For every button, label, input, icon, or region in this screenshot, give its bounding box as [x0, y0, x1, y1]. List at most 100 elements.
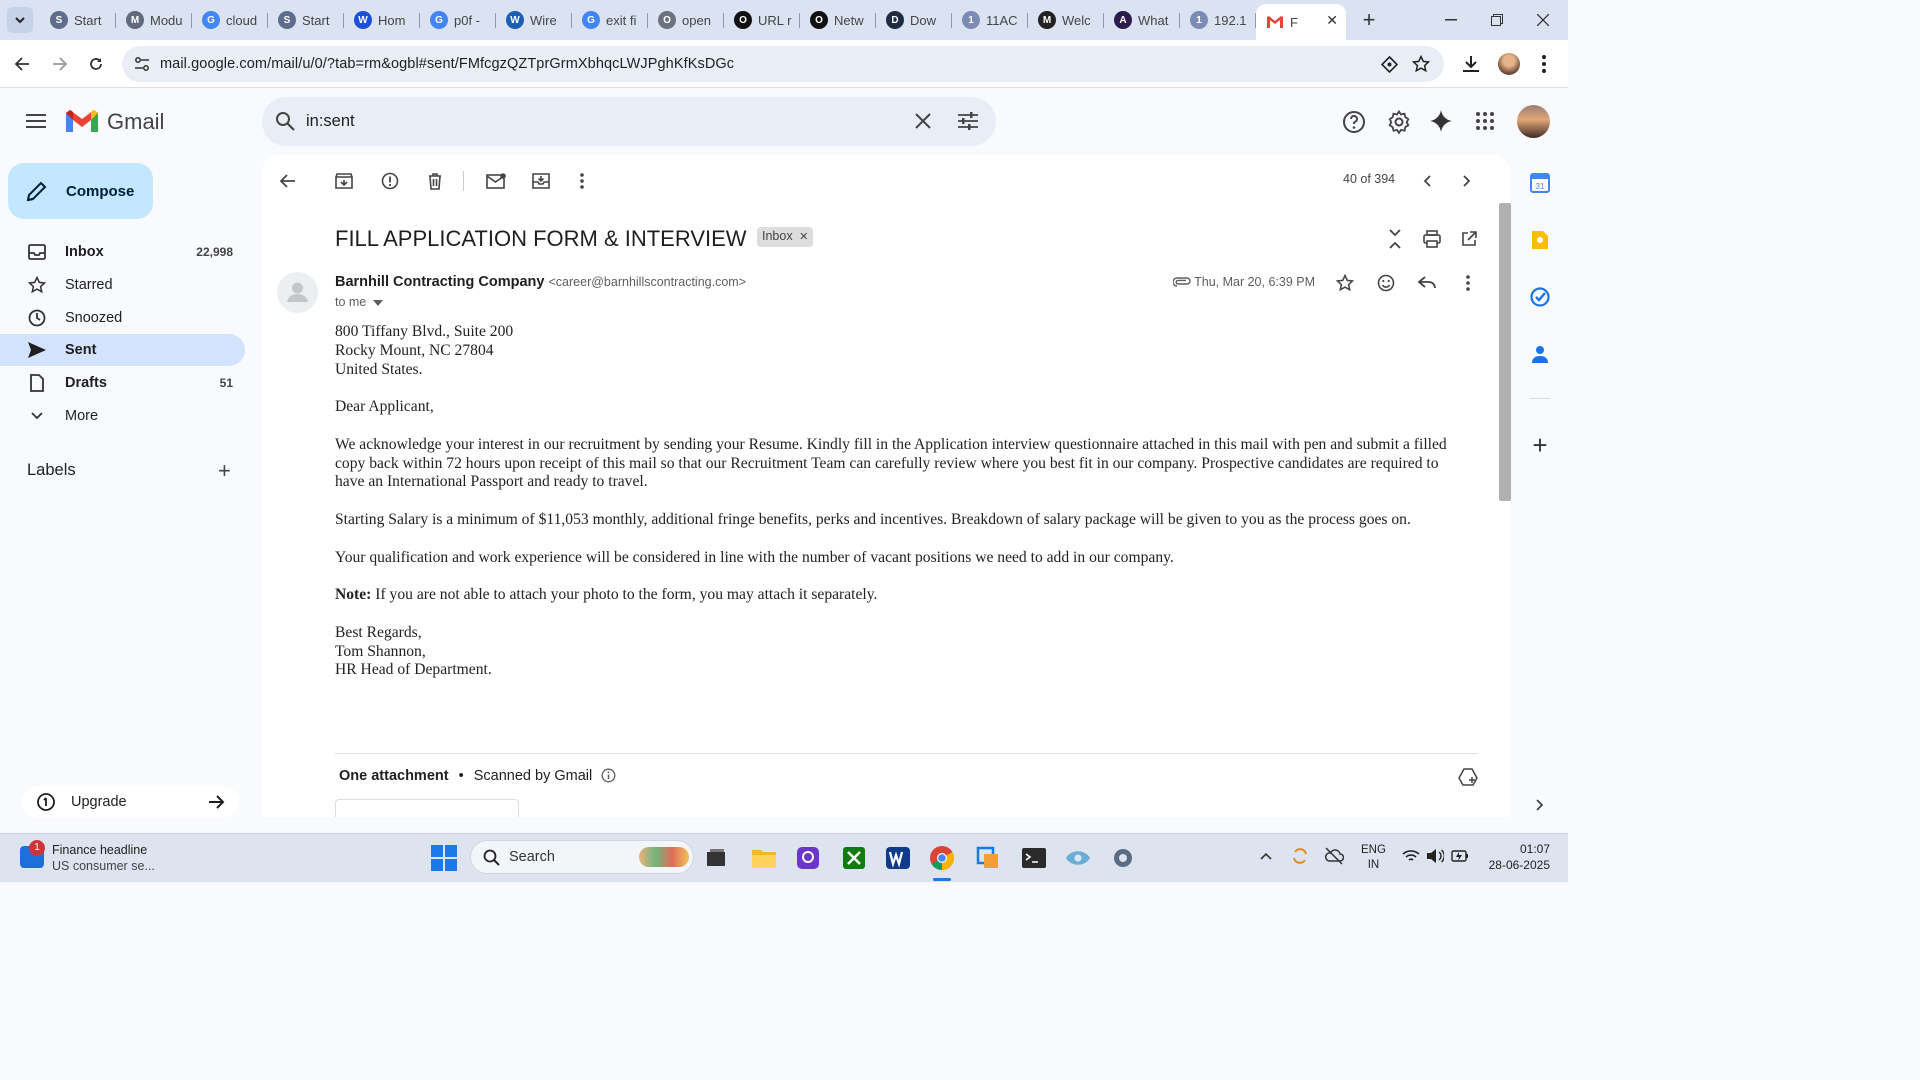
contacts-icon[interactable] [1520, 334, 1560, 374]
open-new-window-icon[interactable] [1457, 227, 1481, 251]
recipient-toggle[interactable]: to me [335, 295, 383, 309]
show-side-panel-icon[interactable] [1520, 785, 1560, 825]
terminal-icon[interactable] [1018, 842, 1050, 874]
message-more-icon[interactable] [1456, 271, 1480, 295]
get-addons-icon[interactable]: + [1520, 425, 1560, 465]
battery-icon[interactable] [1451, 849, 1469, 863]
inbox-label-badge[interactable]: Inbox ✕ [757, 227, 814, 247]
newer-message-icon[interactable] [1415, 169, 1439, 193]
restore-button[interactable] [1474, 0, 1520, 40]
reload-button[interactable] [82, 50, 110, 78]
input-language[interactable]: ENG IN [1361, 843, 1386, 873]
browser-tab[interactable]: M Welc [1028, 4, 1104, 36]
taskbar-search[interactable]: Search [470, 840, 694, 874]
volume-icon[interactable] [1426, 848, 1444, 864]
collapse-all-icon[interactable] [1383, 227, 1407, 251]
word-app-icon[interactable] [882, 842, 914, 874]
nav-item-starred[interactable]: Starred [0, 269, 245, 301]
calendar-icon[interactable]: 31 [1520, 163, 1560, 203]
nav-item-more[interactable]: More [0, 400, 245, 432]
minimize-button[interactable] [1428, 0, 1474, 40]
settings-gear-icon[interactable] [1387, 110, 1411, 134]
browser-tab[interactable]: Gcloud [192, 4, 268, 36]
system-clock[interactable]: 01:07 28-06-2025 [1489, 841, 1550, 873]
news-widget[interactable]: Finance headline US consumer se... [52, 842, 155, 874]
remote-app-icon[interactable] [972, 842, 1004, 874]
browser-tab[interactable]: 1 192.1 [1180, 4, 1256, 36]
account-avatar[interactable] [1517, 105, 1550, 138]
upgrade-button[interactable]: Upgrade [21, 786, 239, 818]
sync-icon[interactable] [1290, 846, 1310, 866]
browser-tab[interactable]: S Start [268, 4, 344, 36]
new-tab-button[interactable]: + [1354, 5, 1384, 35]
wifi-icon[interactable] [1402, 849, 1420, 863]
settings-app-icon[interactable] [1107, 842, 1139, 874]
show-hidden-icons-icon[interactable] [1260, 852, 1272, 860]
widgets-news-icon[interactable]: 1 [20, 840, 45, 868]
print-icon[interactable] [1420, 227, 1444, 251]
report-spam-icon[interactable] [378, 169, 402, 193]
remove-label-icon[interactable]: ✕ [799, 231, 808, 243]
lens-icon[interactable] [1381, 56, 1398, 73]
address-bar[interactable]: mail.google.com/mail/u/0/?tab=rm&ogbl#se… [122, 46, 1444, 82]
browser-tab[interactable]: W Hom [344, 4, 420, 36]
browser-tab[interactable]: D Dow [876, 4, 952, 36]
nav-item-sent[interactable]: Sent [0, 334, 245, 366]
windows-start-icon[interactable] [428, 842, 460, 874]
delete-icon[interactable] [423, 169, 447, 193]
tab-search-button[interactable] [7, 7, 33, 33]
file-explorer-icon[interactable] [748, 842, 780, 874]
archive-icon[interactable] [332, 169, 356, 193]
nav-item-drafts[interactable]: Drafts 51 [0, 367, 245, 399]
more-actions-icon[interactable] [570, 169, 594, 193]
chrome-icon[interactable] [926, 842, 958, 874]
emoji-react-icon[interactable] [1374, 271, 1398, 295]
back-to-list-icon[interactable] [276, 169, 300, 193]
add-to-drive-icon[interactable] [1458, 768, 1478, 786]
main-menu-icon[interactable] [26, 113, 46, 129]
close-window-button[interactable] [1520, 0, 1566, 40]
reply-icon[interactable] [1415, 271, 1439, 295]
nav-item-snoozed[interactable]: Snoozed [0, 302, 245, 334]
browser-tab-active[interactable]: F ✕ [1256, 4, 1346, 40]
browser-tab[interactable]: O URL r [724, 4, 800, 36]
tasks-icon[interactable] [1520, 277, 1560, 317]
mail-search-bar[interactable]: in:sent [262, 97, 996, 146]
back-button[interactable] [8, 50, 36, 78]
cloud-offline-icon[interactable] [1324, 847, 1344, 865]
close-tab-icon[interactable]: ✕ [1326, 12, 1338, 29]
compose-button[interactable]: Compose [8, 163, 153, 219]
browser-tab[interactable]: Gexit fi [572, 4, 648, 36]
browser-tab[interactable]: S Start [40, 4, 116, 36]
bookmark-star-icon[interactable] [1412, 55, 1430, 73]
attachment-thumbnail[interactable] [335, 799, 519, 817]
clear-search-icon[interactable] [915, 113, 931, 129]
vpn-app-icon[interactable] [1062, 842, 1094, 874]
profile-avatar[interactable] [1498, 53, 1520, 75]
move-to-icon[interactable] [529, 169, 553, 193]
help-icon[interactable] [1342, 110, 1366, 134]
gmail-logo[interactable]: Gmail [66, 109, 164, 135]
message-scrollbar[interactable] [1499, 203, 1511, 501]
download-icon[interactable] [1461, 55, 1481, 73]
task-view-icon[interactable] [700, 842, 732, 874]
star-message-icon[interactable] [1333, 271, 1357, 295]
sender-name[interactable]: Barnhill Contracting Company [335, 274, 544, 290]
search-options-icon[interactable] [958, 111, 978, 131]
browser-tab[interactable]: 1 11AC [952, 4, 1028, 36]
apps-grid-icon[interactable] [1476, 112, 1494, 130]
browser-tab[interactable]: Oopen [648, 4, 724, 36]
sender-avatar[interactable] [277, 272, 318, 313]
nav-item-inbox[interactable]: Inbox 22,998 [0, 236, 245, 268]
browser-tab[interactable]: Gp0f - [420, 4, 496, 36]
mark-unread-icon[interactable] [484, 169, 508, 193]
add-label-icon[interactable]: + [218, 460, 231, 482]
browser-tab[interactable]: W Wire [496, 4, 572, 36]
browser-tab[interactable]: O Netw [800, 4, 876, 36]
gemini-sparkle-icon[interactable] [1430, 110, 1452, 132]
browser-menu-icon[interactable] [1542, 55, 1546, 73]
forward-button[interactable] [46, 50, 74, 78]
browser-tab[interactable]: A What [1104, 4, 1180, 36]
search-query[interactable]: in:sent [306, 112, 355, 131]
browser-tab[interactable]: M Modu [116, 4, 192, 36]
